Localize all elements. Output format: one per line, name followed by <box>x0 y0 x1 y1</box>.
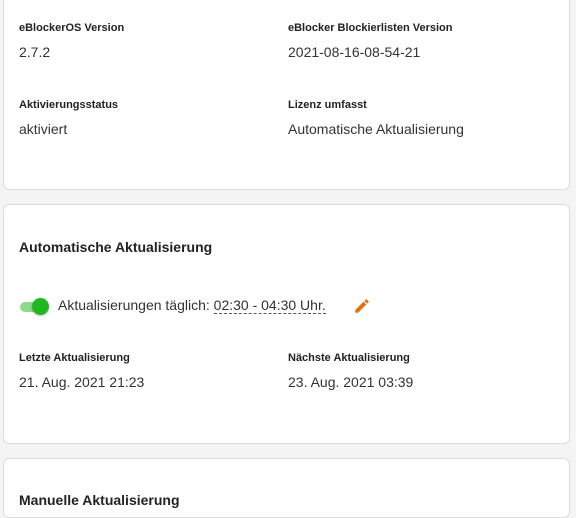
blocklist-version-value: 2021-08-16-08-54-21 <box>288 44 421 60</box>
activation-field: Aktivierungsstatus aktiviert <box>19 99 118 137</box>
blocklist-version-field: eBlocker Blockierlisten Version 2021-08-… <box>288 22 452 60</box>
version-info-card: eBlockerOS Version 2.7.2 eBlocker Blocki… <box>3 0 570 190</box>
license-field: Lizenz umfasst Automatische Aktualisieru… <box>288 99 464 137</box>
pencil-icon[interactable] <box>353 297 371 315</box>
next-update-value: 23. Aug. 2021 03:39 <box>288 374 414 390</box>
last-update-field: Letzte Aktualisierung 21. Aug. 2021 21:2… <box>19 352 144 390</box>
auto-update-schedule: Aktualisierungen täglich: 02:30 - 04:30 … <box>58 297 326 314</box>
toggle-knob <box>32 298 49 315</box>
license-value: Automatische Aktualisierung <box>288 121 464 137</box>
next-update-field: Nächste Aktualisierung 23. Aug. 2021 03:… <box>288 352 413 390</box>
activation-label: Aktivierungsstatus <box>19 99 119 111</box>
blocklist-version-label: eBlocker Blockierlisten Version <box>288 22 453 34</box>
last-update-value: 21. Aug. 2021 21:23 <box>19 374 145 390</box>
last-update-label: Letzte Aktualisierung <box>19 352 130 364</box>
os-version-field: eBlockerOS Version 2.7.2 <box>19 22 124 60</box>
auto-update-card: Automatische Aktualisierung Aktualisieru… <box>3 204 570 444</box>
auto-update-toggle[interactable] <box>19 297 51 315</box>
auto-update-title: Automatische Aktualisierung <box>19 239 213 255</box>
manual-update-title: Manuelle Aktualisierung <box>19 492 180 508</box>
schedule-label: Aktualisierungen täglich: <box>58 297 210 313</box>
os-version-label: eBlockerOS Version <box>19 22 125 34</box>
schedule-time-range[interactable]: 02:30 - 04:30 Uhr. <box>213 297 326 314</box>
activation-value: aktiviert <box>19 121 68 137</box>
manual-update-card: Manuelle Aktualisierung <box>3 458 570 518</box>
os-version-value: 2.7.2 <box>19 44 51 60</box>
next-update-label: Nächste Aktualisierung <box>288 352 410 364</box>
license-label: Lizenz umfasst <box>288 99 367 111</box>
